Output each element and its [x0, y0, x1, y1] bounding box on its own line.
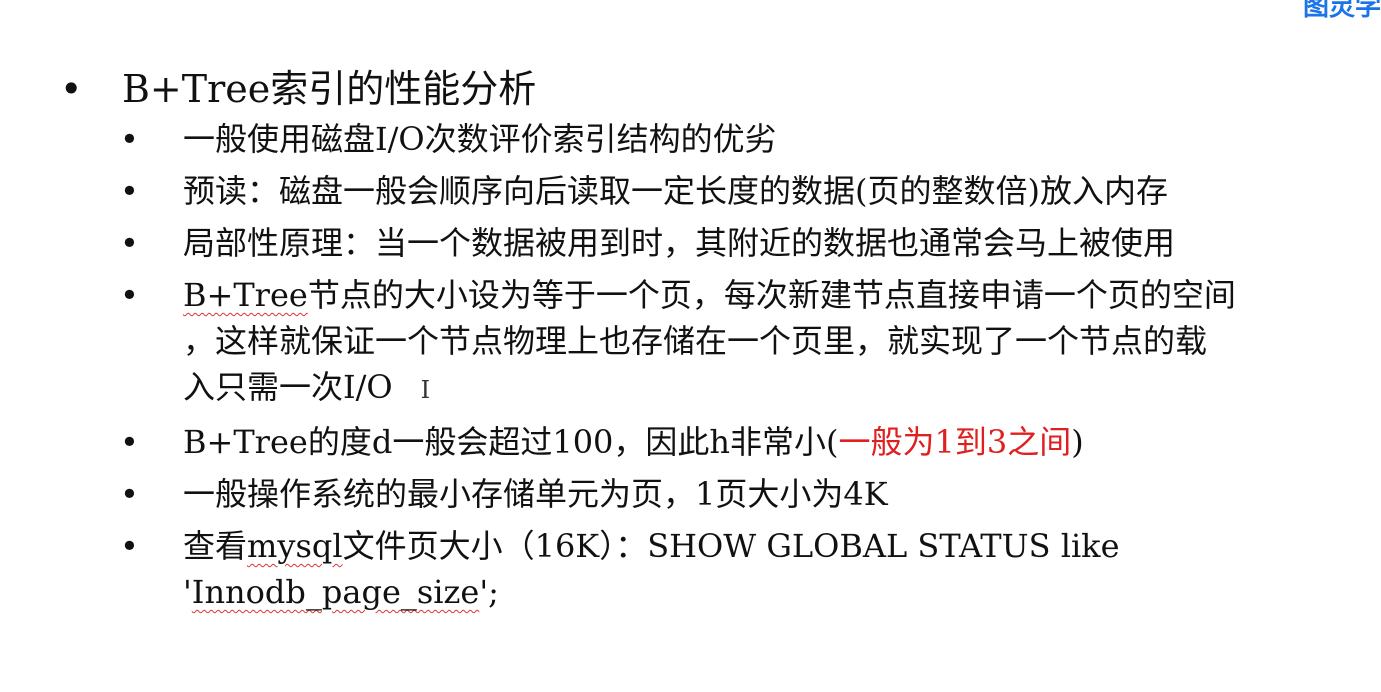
- list-item: • 一般使用磁盘I/O次数评价索引结构的优劣: [120, 116, 1360, 162]
- item-text: ': [183, 573, 192, 611]
- bullet-list: • 一般使用磁盘I/O次数评价索引结构的优劣 • 预读：磁盘一般会顺序向后读取一定长…: [120, 116, 1360, 621]
- bullet-icon: •: [120, 172, 139, 210]
- slide-title: • B+Tree索引的性能分析: [60, 58, 536, 113]
- list-item: • 查看mysql文件页大小（16K）：SHOW GLOBAL STATUS li…: [120, 523, 1360, 615]
- bullet-icon: •: [120, 224, 139, 262]
- item-text: 局部性原理：当一个数据被用到时，其附近的数据也通常会马上被使用: [183, 224, 1176, 262]
- list-item: • B+Tree节点的大小设为等于一个页，每次新建节点直接申请一个页的空间 ，这样就…: [120, 272, 1360, 413]
- bullet-icon: •: [120, 475, 139, 513]
- list-item: • 一般操作系统的最小存储单元为页，1页大小为4K: [120, 471, 1360, 517]
- spellcheck-word: Innodb_page_size: [191, 573, 480, 611]
- spellcheck-word: B+Tree: [183, 276, 308, 314]
- spellcheck-word: mysql: [247, 527, 343, 565]
- logo: 图灵学: [1302, 0, 1381, 22]
- title-text: B+Tree索引的性能分析: [122, 67, 537, 111]
- item-text: B+Tree的度d一般会超过100，因此h非常小(: [183, 423, 839, 461]
- item-text: 查看: [183, 527, 248, 565]
- bullet-icon: •: [120, 423, 139, 461]
- list-item: • 局部性原理：当一个数据被用到时，其附近的数据也通常会马上被使用: [120, 220, 1360, 266]
- item-text: 一般使用磁盘I/O次数评价索引结构的优劣: [183, 120, 777, 158]
- list-item: • B+Tree的度d一般会超过100，因此h非常小(一般为1到3之间): [120, 419, 1360, 465]
- item-text: ): [1071, 423, 1084, 461]
- item-text: 文件页大小（16K）：SHOW GLOBAL STATUS like: [342, 527, 1120, 565]
- bullet-icon: •: [60, 67, 83, 111]
- item-text: 入只需一次I/O: [183, 368, 393, 406]
- text-cursor-icon: I: [420, 376, 431, 404]
- item-text: ，这样就保证一个节点物理上也存储在一个页里，就实现了一个节点的载: [183, 322, 1208, 360]
- highlight-text: 一般为1到3之间: [838, 423, 1072, 461]
- item-text: 节点的大小设为等于一个页，每次新建节点直接申请一个页的空间: [307, 276, 1236, 314]
- item-text: ';: [479, 573, 499, 611]
- list-item: • 预读：磁盘一般会顺序向后读取一定长度的数据(页的整数倍)放入内存: [120, 168, 1360, 214]
- item-text: 一般操作系统的最小存储单元为页，1页大小为4K: [183, 475, 888, 513]
- bullet-icon: •: [120, 527, 139, 565]
- item-text: 预读：磁盘一般会顺序向后读取一定长度的数据(页的整数倍)放入内存: [183, 172, 1168, 210]
- bullet-icon: •: [120, 120, 139, 158]
- bullet-icon: •: [120, 276, 139, 314]
